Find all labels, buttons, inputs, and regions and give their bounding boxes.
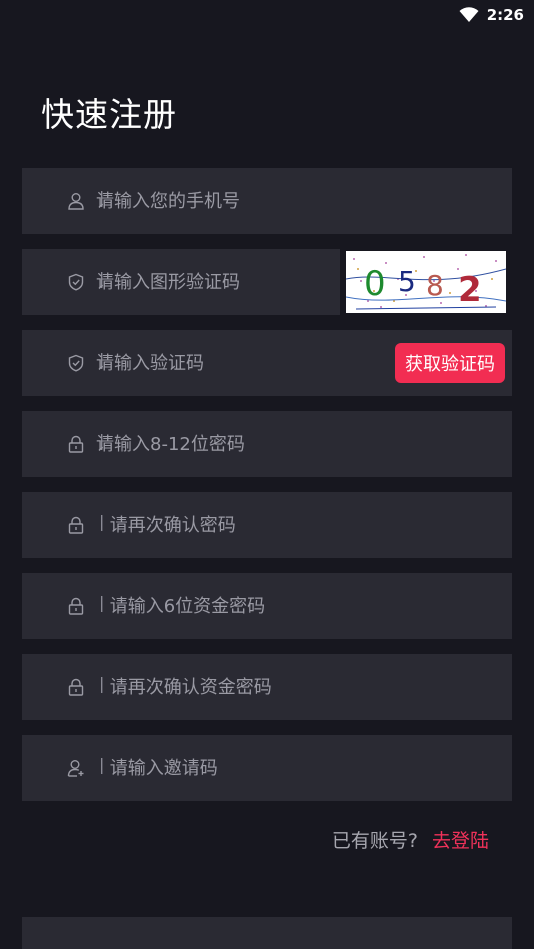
image-captcha-field[interactable]: | xyxy=(22,249,340,315)
submit-button[interactable] xyxy=(22,917,512,949)
password-confirm-input[interactable] xyxy=(104,492,404,558)
shield-check-icon xyxy=(68,354,84,372)
fund-password-confirm-field[interactable]: | xyxy=(22,654,512,720)
lock-icon xyxy=(68,516,84,534)
go-login-link[interactable]: 去登陆 xyxy=(432,826,489,853)
user-icon xyxy=(68,193,84,210)
has-account-hint: 已有账号? xyxy=(331,830,418,852)
sms-code-input[interactable] xyxy=(96,330,376,396)
svg-text:2: 2 xyxy=(458,270,482,310)
svg-text:5: 5 xyxy=(398,265,416,298)
get-sms-code-button[interactable]: 获取验证码 xyxy=(395,343,505,383)
status-time: 2:26 xyxy=(486,6,524,24)
wifi-icon xyxy=(459,7,479,22)
svg-text:8: 8 xyxy=(426,269,444,302)
invite-code-input[interactable] xyxy=(104,735,404,801)
image-captcha-input[interactable] xyxy=(96,249,326,315)
password-input[interactable] xyxy=(96,411,396,477)
fund-password-field[interactable]: | xyxy=(22,573,512,639)
page-title: 快速注册 xyxy=(41,95,177,134)
login-row: 已有账号? 去登陆 xyxy=(332,826,489,853)
phone-field[interactable]: | xyxy=(22,168,512,234)
status-bar: 2:26 xyxy=(0,0,534,30)
captcha-image[interactable]: 0 5 8 2 xyxy=(346,251,506,313)
password-field[interactable]: | xyxy=(22,411,512,477)
fund-password-input[interactable] xyxy=(104,573,404,639)
lock-icon xyxy=(68,678,84,696)
password-confirm-field[interactable]: | xyxy=(22,492,512,558)
lock-icon xyxy=(68,597,84,615)
captcha-graphic: 0 5 8 2 xyxy=(346,251,506,313)
invite-code-field[interactable]: | xyxy=(22,735,512,801)
user-add-icon xyxy=(67,760,84,777)
fund-password-confirm-input[interactable] xyxy=(104,654,404,720)
phone-input[interactable] xyxy=(96,168,396,234)
lock-icon xyxy=(68,435,84,453)
shield-check-icon xyxy=(68,273,84,291)
svg-text:0: 0 xyxy=(364,264,386,304)
